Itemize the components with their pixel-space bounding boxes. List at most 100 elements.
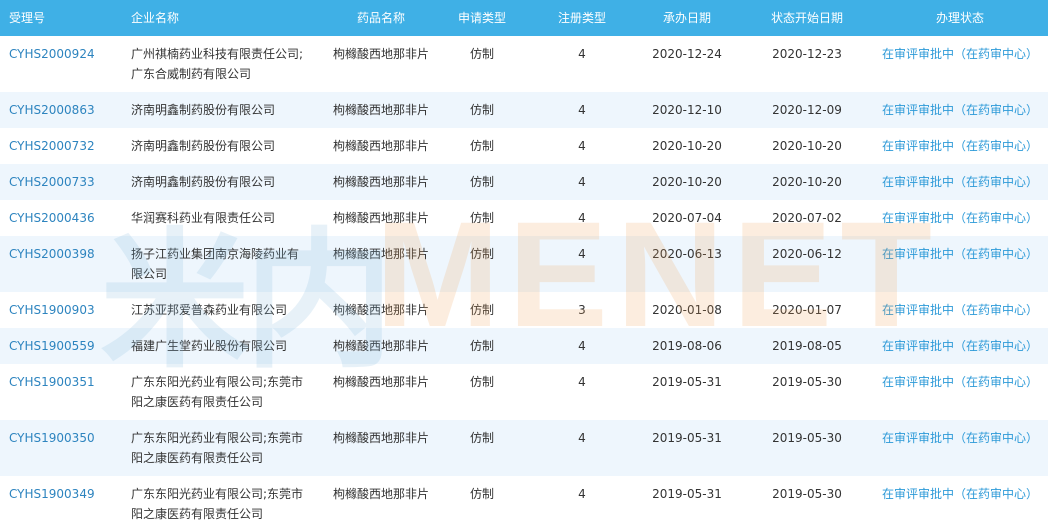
cell-accept-date: 2020-01-08	[652, 303, 722, 317]
cell-apply-type: 仿制	[469, 175, 494, 189]
cell-accept-no[interactable]: CYHS1900349	[9, 484, 129, 504]
cell-status[interactable]: 在审评审批中（在药审中心）	[876, 484, 1044, 504]
cell-drug-name: 枸橼酸西地那非片	[332, 47, 429, 61]
table-row: CYHS2000436 华润赛科药业有限责任公司 枸橼酸西地那非片 仿制 4 2020-0…	[0, 200, 1048, 236]
cell-apply-type: 仿制	[469, 139, 494, 153]
cell-drug-name: 枸橼酸西地那非片	[332, 339, 429, 353]
cell-accept-no[interactable]: CYHS1900559	[9, 336, 129, 356]
column-header-drug[interactable]: 药品名称	[318, 0, 444, 36]
cell-reg-type: 4	[578, 211, 586, 225]
cell-accept-no[interactable]: CYHS2000436	[9, 208, 129, 228]
table-body: CYHS2000924 广州祺楠药业科技有限责任公司;广东合威制药有限公司 枸橼酸西…	[0, 36, 1048, 532]
cell-drug-name: 枸橼酸西地那非片	[332, 103, 429, 117]
column-header-reg-type[interactable]: 注册类型	[533, 0, 631, 36]
cell-apply-type: 仿制	[469, 303, 494, 317]
cell-status-date: 2020-07-02	[772, 211, 842, 225]
cell-accept-date: 2020-10-20	[652, 175, 722, 189]
cell-company: 福建广生堂药业股份有限公司	[131, 339, 288, 353]
cell-company: 济南明鑫制药股份有限公司	[131, 103, 276, 117]
cell-accept-date: 2020-12-10	[652, 103, 722, 117]
cell-reg-type: 4	[578, 431, 586, 445]
cell-apply-type: 仿制	[469, 247, 494, 261]
cell-status-date: 2019-05-30	[772, 487, 842, 501]
column-header-company[interactable]: 企业名称	[131, 0, 307, 36]
cell-status[interactable]: 在审评审批中（在药审中心）	[876, 428, 1044, 448]
cell-company: 江苏亚邦爱普森药业有限公司	[131, 303, 288, 317]
cell-drug-name: 枸橼酸西地那非片	[332, 375, 429, 389]
table-row: CYHS1900349 广东东阳光药业有限公司;东莞市阳之康医药有限责任公司 枸橼酸…	[0, 476, 1048, 532]
cell-drug-name: 枸橼酸西地那非片	[332, 487, 429, 501]
cell-status-date: 2019-05-30	[772, 375, 842, 389]
cell-accept-no[interactable]: CYHS2000863	[9, 100, 129, 120]
cell-apply-type: 仿制	[469, 487, 494, 501]
column-header-apply-type[interactable]: 申请类型	[446, 0, 518, 36]
cell-status-date: 2019-05-30	[772, 431, 842, 445]
cell-drug-name: 枸橼酸西地那非片	[332, 139, 429, 153]
column-header-status[interactable]: 办理状态	[876, 0, 1044, 36]
cell-status[interactable]: 在审评审批中（在药审中心）	[876, 208, 1044, 228]
column-header-status-date[interactable]: 状态开始日期	[755, 0, 859, 36]
cell-accept-date: 2020-10-20	[652, 139, 722, 153]
cell-status-date: 2020-01-07	[772, 303, 842, 317]
cell-company: 扬子江药业集团南京海陵药业有限公司	[131, 247, 300, 281]
table-row: CYHS2000732 济南明鑫制药股份有限公司 枸橼酸西地那非片 仿制 4 2020-1…	[0, 128, 1048, 164]
table-row: CYHS2000733 济南明鑫制药股份有限公司 枸橼酸西地那非片 仿制 4 2020-1…	[0, 164, 1048, 200]
table-row: CYHS2000398 扬子江药业集团南京海陵药业有限公司 枸橼酸西地那非片 仿制 4 2…	[0, 236, 1048, 292]
cell-reg-type: 3	[578, 303, 586, 317]
cell-status[interactable]: 在审评审批中（在药审中心）	[876, 336, 1044, 356]
cell-apply-type: 仿制	[469, 211, 494, 225]
cell-accept-no[interactable]: CYHS1900350	[9, 428, 129, 448]
cell-accept-no[interactable]: CYHS2000924	[9, 44, 129, 64]
table-row: CYHS1900559 福建广生堂药业股份有限公司 枸橼酸西地那非片 仿制 4 2019-…	[0, 328, 1048, 364]
cell-company: 广州祺楠药业科技有限责任公司;广东合威制药有限公司	[131, 47, 304, 81]
cell-accept-no[interactable]: CYHS1900351	[9, 372, 129, 392]
column-header-accept-date[interactable]: 承办日期	[635, 0, 739, 36]
cell-accept-date: 2020-07-04	[652, 211, 722, 225]
column-header-accept-no[interactable]: 受理号	[9, 0, 129, 36]
cell-apply-type: 仿制	[469, 339, 494, 353]
cell-accept-date: 2019-05-31	[652, 487, 722, 501]
cell-drug-name: 枸橼酸西地那非片	[332, 175, 429, 189]
cell-apply-type: 仿制	[469, 431, 494, 445]
cell-accept-date: 2019-08-06	[652, 339, 722, 353]
cell-apply-type: 仿制	[469, 47, 494, 61]
table-row: CYHS2000924 广州祺楠药业科技有限责任公司;广东合威制药有限公司 枸橼酸西…	[0, 36, 1048, 92]
table-row: CYHS1900903 江苏亚邦爱普森药业有限公司 枸橼酸西地那非片 仿制 3 2020-…	[0, 292, 1048, 328]
cell-drug-name: 枸橼酸西地那非片	[332, 431, 429, 445]
cell-reg-type: 4	[578, 487, 586, 501]
cell-company: 广东东阳光药业有限公司;东莞市阳之康医药有限责任公司	[131, 431, 304, 465]
cell-status[interactable]: 在审评审批中（在药审中心）	[876, 172, 1044, 192]
cell-status[interactable]: 在审评审批中（在药审中心）	[876, 372, 1044, 392]
cell-apply-type: 仿制	[469, 103, 494, 117]
cell-company: 广东东阳光药业有限公司;东莞市阳之康医药有限责任公司	[131, 487, 304, 521]
cell-status[interactable]: 在审评审批中（在药审中心）	[876, 244, 1044, 264]
cell-status-date: 2020-10-20	[772, 139, 842, 153]
cell-company: 广东东阳光药业有限公司;东莞市阳之康医药有限责任公司	[131, 375, 304, 409]
cell-company: 济南明鑫制药股份有限公司	[131, 139, 276, 153]
cell-status-date: 2020-12-09	[772, 103, 842, 117]
cell-status[interactable]: 在审评审批中（在药审中心）	[876, 100, 1044, 120]
cell-status[interactable]: 在审评审批中（在药审中心）	[876, 44, 1044, 64]
cell-accept-date: 2020-06-13	[652, 247, 722, 261]
cell-status[interactable]: 在审评审批中（在药审中心）	[876, 136, 1044, 156]
cell-accept-no[interactable]: CYHS1900903	[9, 300, 129, 320]
cell-status-date: 2020-10-20	[772, 175, 842, 189]
table-row: CYHS1900351 广东东阳光药业有限公司;东莞市阳之康医药有限责任公司 枸橼酸…	[0, 364, 1048, 420]
registration-table: 受理号 企业名称 药品名称 申请类型 注册类型 承办日期 状态开始日期 办理状态…	[0, 0, 1048, 532]
cell-reg-type: 4	[578, 175, 586, 189]
table-header: 受理号 企业名称 药品名称 申请类型 注册类型 承办日期 状态开始日期 办理状态	[0, 0, 1048, 36]
cell-accept-date: 2020-12-24	[652, 47, 722, 61]
cell-drug-name: 枸橼酸西地那非片	[332, 303, 429, 317]
cell-accept-no[interactable]: CYHS2000398	[9, 244, 129, 264]
cell-reg-type: 4	[578, 47, 586, 61]
table-row: CYHS1900350 广东东阳光药业有限公司;东莞市阳之康医药有限责任公司 枸橼酸…	[0, 420, 1048, 476]
cell-accept-no[interactable]: CYHS2000733	[9, 172, 129, 192]
cell-status-date: 2020-12-23	[772, 47, 842, 61]
cell-accept-no[interactable]: CYHS2000732	[9, 136, 129, 156]
cell-reg-type: 4	[578, 339, 586, 353]
cell-reg-type: 4	[578, 247, 586, 261]
cell-reg-type: 4	[578, 139, 586, 153]
cell-accept-date: 2019-05-31	[652, 375, 722, 389]
cell-status[interactable]: 在审评审批中（在药审中心）	[876, 300, 1044, 320]
cell-company: 华润赛科药业有限责任公司	[131, 211, 276, 225]
